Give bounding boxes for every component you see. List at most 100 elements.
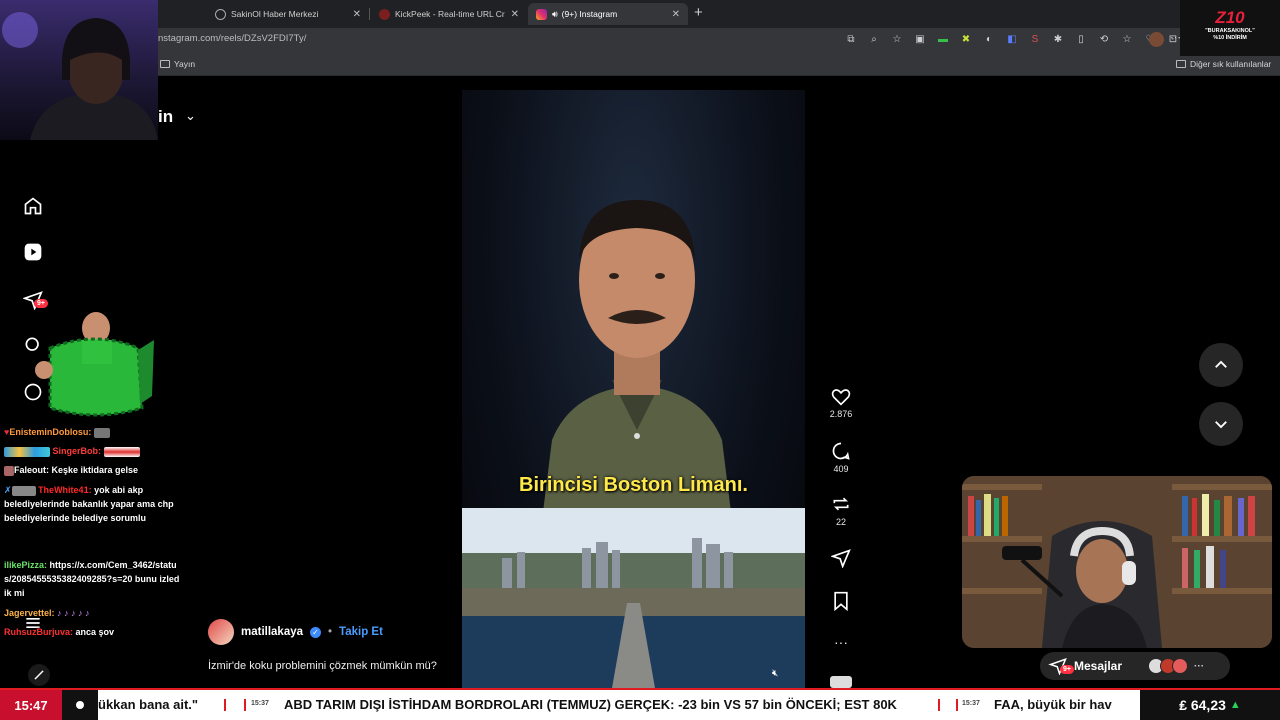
verified-icon: ✓ bbox=[310, 626, 322, 638]
emote-icon bbox=[103, 446, 140, 457]
chevron-down-icon bbox=[1215, 421, 1227, 429]
next-reel-button[interactable] bbox=[1199, 402, 1243, 446]
toolbar-icons: ⧉ ⌕ ☆ ▣ ▬ ✖ ◐ ◧ S ✱ ▯ ⟲ ☆ ♡ ⊡ bbox=[844, 32, 1180, 46]
home-icon[interactable] bbox=[22, 195, 44, 217]
page-icon bbox=[160, 60, 170, 68]
profile-avatar[interactable] bbox=[1149, 32, 1164, 47]
bookmark-label: Diğer sık kullanılanlar bbox=[1190, 59, 1272, 69]
extension-icon[interactable]: S bbox=[1028, 32, 1042, 46]
other-bookmarks[interactable]: Diğer sık kullanılanlar bbox=[1176, 59, 1271, 69]
chat-username: Faleout: bbox=[14, 465, 49, 475]
chat-message: Faleout: Keşke iktidara gelse bbox=[4, 463, 180, 477]
browser-tab-strip: SakinOl Haber Merkezi ✕ KickPeek - Real-… bbox=[0, 0, 1280, 28]
ticker-clock: 15:47 bbox=[0, 690, 62, 720]
avatar[interactable] bbox=[208, 619, 234, 645]
comment-button[interactable]: 409 bbox=[826, 441, 856, 474]
bookmark-icon bbox=[834, 591, 848, 611]
chat-username: Jagervettel: bbox=[4, 608, 55, 618]
tab-label: KickPeek - Real-time URL Crawler bbox=[395, 9, 505, 19]
page-title[interactable]: in bbox=[158, 107, 173, 127]
badge-icon: ✗ bbox=[4, 485, 12, 495]
extension-icon[interactable]: ◐ bbox=[982, 32, 996, 46]
comment-icon bbox=[832, 442, 850, 460]
extension-icon[interactable]: ▣ bbox=[913, 32, 927, 46]
extension-icon[interactable]: ✖ bbox=[959, 32, 973, 46]
repost-button[interactable]: 22 bbox=[826, 494, 856, 527]
ticker-time: 15:37 bbox=[962, 700, 980, 707]
tab-instagram[interactable]: 🔊︎ (9+) Instagram ✕ bbox=[528, 3, 688, 25]
tab-separator bbox=[369, 8, 370, 20]
share-button[interactable] bbox=[826, 548, 856, 571]
badge-icon bbox=[4, 465, 14, 476]
more-icon[interactable]: ··· bbox=[1194, 661, 1204, 672]
chat-message: Jagervettel: ♪ ♪ ♪ ♪ ♪ bbox=[4, 606, 180, 620]
price-value: ₤ 64,23 bbox=[1179, 697, 1226, 713]
more-options-icon[interactable]: ··· bbox=[826, 634, 856, 650]
comment-count: 409 bbox=[833, 464, 849, 474]
new-tab-icon[interactable]: + bbox=[694, 4, 703, 21]
save-button[interactable] bbox=[826, 591, 856, 614]
ticker-separator bbox=[224, 699, 226, 711]
video-subtitle: Birincisi Boston Limanı. bbox=[519, 474, 748, 496]
like-button[interactable]: 2.876 bbox=[826, 388, 856, 419]
chat-message: RuhsuzBurjuva: anca şov bbox=[4, 625, 180, 639]
stream-sticker-image bbox=[35, 312, 154, 417]
audio-thumbnail[interactable] bbox=[830, 676, 852, 688]
favorites-icon[interactable]: ☆ bbox=[1120, 32, 1134, 46]
ticker-time: 15:37 bbox=[251, 700, 269, 707]
history-icon[interactable]: ⟲ bbox=[1097, 32, 1111, 46]
streamer-webcam bbox=[0, 0, 158, 140]
bookmark-item[interactable]: Yayın bbox=[160, 59, 195, 69]
chevron-up-icon bbox=[1215, 360, 1227, 368]
close-icon[interactable]: ✕ bbox=[511, 9, 519, 20]
ticker-item: ükkan bana ait." bbox=[98, 697, 199, 712]
tab-kickpeek[interactable]: KickPeek - Real-time URL Crawler ✕ bbox=[371, 3, 527, 25]
speaker-icon[interactable]: 🔊︎ bbox=[552, 9, 558, 20]
bookmarks-bar: Yayın Diğer sık kullanılanlar bbox=[0, 52, 1280, 76]
extension-icon[interactable]: ◧ bbox=[1005, 32, 1019, 46]
mute-icon[interactable]: 🔇︎ bbox=[772, 668, 778, 679]
boston-skyline-image bbox=[462, 508, 805, 688]
live-indicator-icon bbox=[62, 690, 98, 720]
app-install-icon[interactable]: ⧉ bbox=[844, 32, 858, 46]
tab-label: (9+) Instagram bbox=[561, 9, 618, 19]
reel-video[interactable]: Birincisi Boston Limanı. 🔇︎ bbox=[462, 90, 805, 688]
messages-bar[interactable]: 9+ Mesajlar ··· bbox=[1040, 652, 1230, 680]
create-icon[interactable] bbox=[28, 664, 50, 686]
kickpeek-icon bbox=[379, 8, 390, 20]
tab-sakinol[interactable]: SakinOl Haber Merkezi ✕ bbox=[207, 3, 369, 25]
sponsor-overlay: Z10 "BURAKSAKINOL" %10 İNDİRİM bbox=[1180, 0, 1280, 56]
chat-username: RuhsuzBurjuva: bbox=[4, 627, 74, 637]
puzzle-icon[interactable]: ✱ bbox=[1051, 32, 1065, 46]
chat-username: ilikePizza: bbox=[4, 560, 48, 570]
arrow-up-icon: ▲ bbox=[1229, 699, 1241, 711]
url-field[interactable]: nstagram.com/reels/DZsV2FDI7Ty/ bbox=[158, 33, 306, 44]
like-count: 2.876 bbox=[829, 409, 853, 419]
repost-icon bbox=[833, 497, 849, 511]
chevron-down-icon[interactable]: ⌄ bbox=[185, 108, 196, 124]
messages-label: Mesajlar bbox=[1074, 659, 1123, 673]
reels-icon[interactable] bbox=[22, 241, 44, 263]
streamer-image bbox=[2, 12, 158, 140]
send-icon bbox=[831, 549, 851, 568]
avatar bbox=[1172, 658, 1189, 674]
address-bar: nstagram.com/reels/DZsV2FDI7Ty/ ⧉ ⌕ ☆ ▣ … bbox=[0, 28, 1280, 52]
ticker-item: ABD TARIM DIŞI İSTİHDAM BORDROLARI (TEMM… bbox=[284, 697, 897, 712]
previous-reel-button[interactable] bbox=[1199, 343, 1243, 387]
close-icon[interactable]: ✕ bbox=[353, 9, 361, 20]
extension-icon[interactable]: ▬ bbox=[936, 32, 950, 46]
chat-message: ✗ TheWhite41: yok abi akp belediyelerind… bbox=[4, 483, 180, 525]
ticker-separator bbox=[956, 699, 958, 711]
star-icon[interactable]: ☆ bbox=[890, 32, 904, 46]
host-image bbox=[962, 476, 1272, 648]
brand-discount: %10 İNDİRİM bbox=[1213, 35, 1247, 41]
split-view-icon[interactable]: ▯ bbox=[1074, 32, 1088, 46]
zoom-icon[interactable]: ⌕ bbox=[867, 32, 881, 46]
author-name[interactable]: matillakaya bbox=[241, 626, 303, 638]
brand-logo: Z10 bbox=[1215, 8, 1245, 27]
chat-message: ilikePizza: https://x.com/Cem_3462/statu… bbox=[4, 558, 180, 600]
close-icon[interactable]: ✕ bbox=[672, 9, 680, 20]
currency-price: ₤ 64,23 ▲ bbox=[1140, 690, 1280, 720]
follow-button[interactable]: Takip Et bbox=[339, 626, 383, 638]
emote-icon bbox=[93, 427, 110, 438]
